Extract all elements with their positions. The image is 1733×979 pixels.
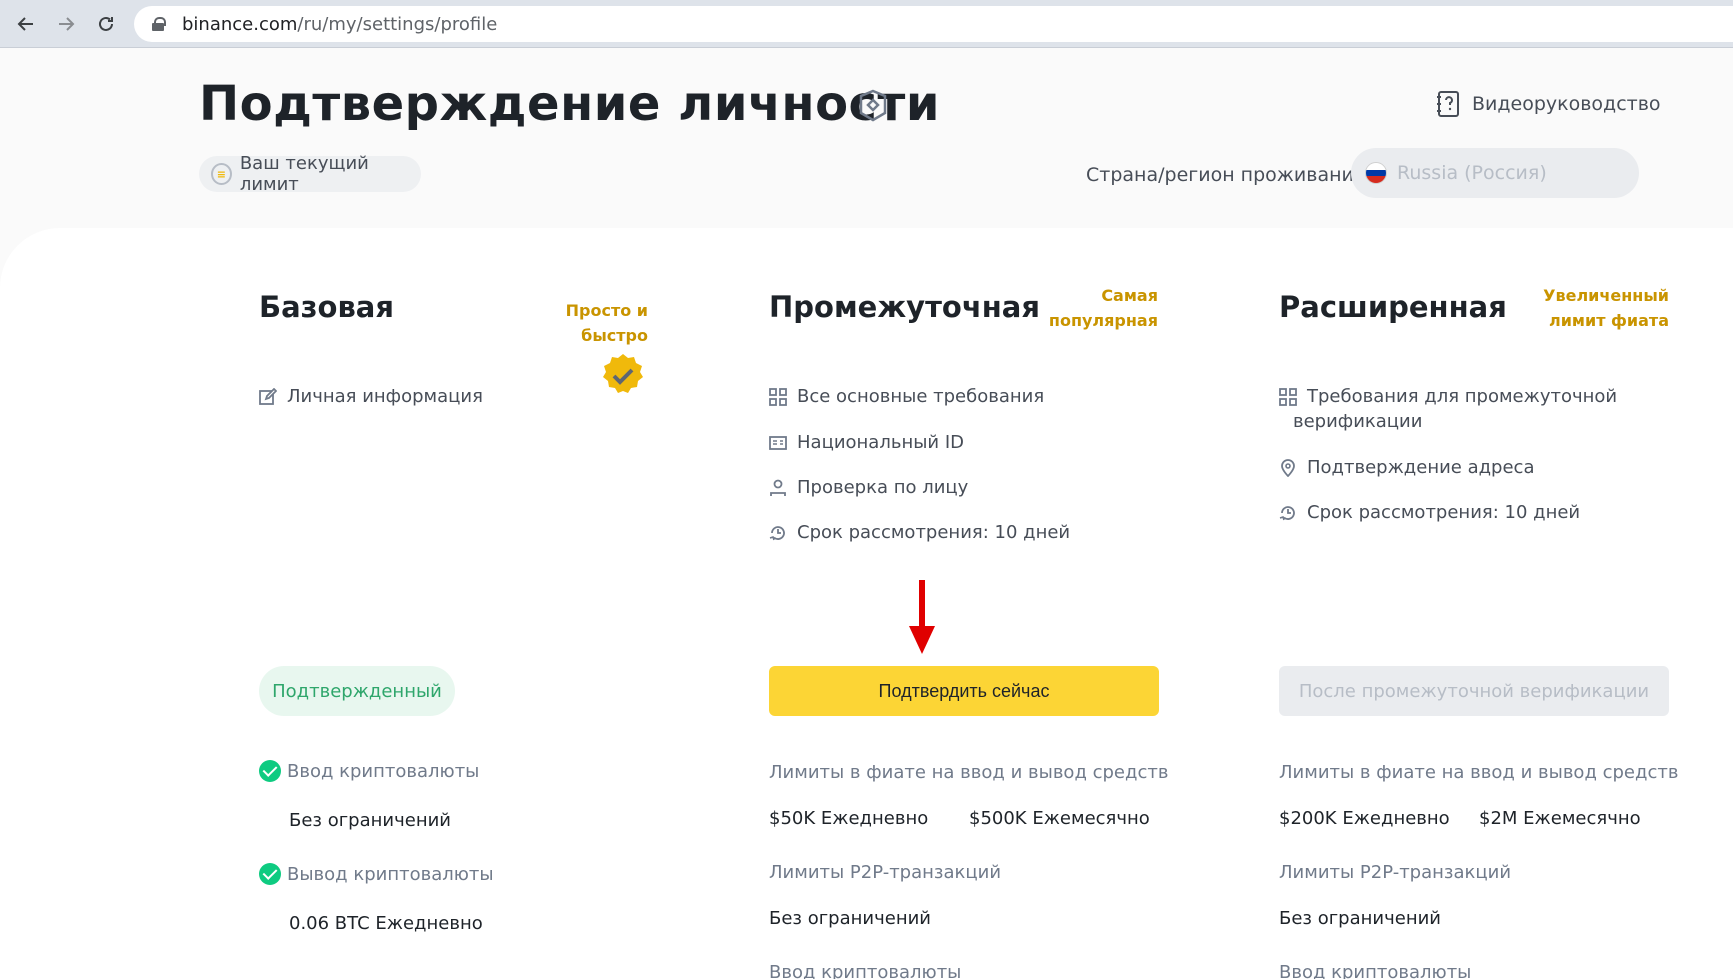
feature-personal-info: Личная информация: [259, 384, 483, 409]
p2p-limits-label: Лимиты P2P-транзакций: [769, 862, 1002, 883]
url-path: /ru/my/settings/profile: [297, 13, 498, 35]
tier-intermediate-tag: Самая популярная: [1048, 286, 1158, 330]
fiat-monthly-value: $500K Ежемесячно: [969, 808, 1150, 829]
page-title: Подтверждение личности: [199, 76, 940, 132]
crypto-deposit-label: Ввод криптовалюты: [1279, 962, 1472, 979]
feature-intermediate-requirements: Требования для промежуточной верификации: [1279, 384, 1659, 434]
feature-basic-requirements: Все основные требования: [769, 384, 1044, 409]
person-icon: [770, 479, 786, 496]
feature-review-time: Срок рассмотрения: 10 дней: [1279, 500, 1580, 525]
after-intermediate-button[interactable]: После промежуточной верификации: [1279, 666, 1669, 716]
current-limit-button[interactable]: ≡ Ваш текущий лимит: [199, 153, 421, 195]
verified-status-badge: Подтвержденный: [259, 666, 455, 716]
tier-advanced-tag: Увеличенный лимит фиата: [1543, 286, 1669, 330]
fiat-daily-value: $50K Ежедневно: [769, 808, 929, 829]
fiat-monthly-value: $2M Ежемесячно: [1479, 808, 1641, 829]
crypto-deposit-label: Ввод криптовалюты: [769, 962, 962, 979]
country-value: Russia (Россия): [1397, 162, 1547, 184]
feature-national-id: Национальный ID: [769, 430, 964, 455]
video-guide-link[interactable]: Видеоруководство: [1436, 90, 1661, 118]
coin-icon: ≡: [211, 163, 232, 185]
red-arrow-annotation: [909, 580, 935, 654]
feature-address-proof: Подтверждение адреса: [1279, 455, 1535, 480]
p2p-limits-value: Без ограничений: [1279, 908, 1441, 929]
reload-icon[interactable]: [92, 10, 120, 38]
grid-icon: [769, 388, 787, 406]
url-host: binance.com: [182, 13, 298, 35]
browser-toolbar: binance.com/ru/my/settings/profile: [0, 0, 1733, 48]
tier-basic-tag: Просто и быстро: [565, 301, 648, 345]
shield-icon: [859, 89, 887, 122]
tier-basic-title: Базовая: [259, 290, 394, 324]
check-circle-icon: [259, 863, 281, 885]
fiat-limits-label: Лимиты в фиате на ввод и вывод средств: [769, 762, 1169, 783]
feature-review-time: Срок рассмотрения: 10 дней: [769, 520, 1070, 545]
tier-advanced-title: Расширенная: [1279, 290, 1507, 324]
crypto-withdraw-value: 0.06 BTC Ежедневно: [289, 913, 483, 934]
location-pin-icon: [1281, 459, 1295, 477]
verified-badge-icon: [603, 354, 643, 393]
check-circle-icon: [259, 760, 281, 782]
grid-icon: [1279, 388, 1297, 406]
country-label: Страна/регион проживания:: [1086, 164, 1372, 186]
p2p-limits-value: Без ограничений: [769, 908, 931, 929]
address-bar[interactable]: binance.com/ru/my/settings/profile: [134, 6, 1733, 42]
current-limit-label: Ваш текущий лимит: [239, 153, 369, 195]
verify-now-button[interactable]: Подтвердить сейчас: [769, 666, 1159, 716]
lock-icon: [152, 17, 166, 31]
crypto-deposit-row: Ввод криптовалюты: [259, 760, 479, 782]
crypto-deposit-value: Без ограничений: [289, 810, 451, 831]
guide-book-icon: [1437, 91, 1459, 117]
edit-icon: [259, 388, 277, 405]
crypto-withdraw-row: Вывод криптовалюты: [259, 863, 494, 885]
clock-history-icon: [769, 526, 785, 541]
id-card-icon: [769, 436, 787, 450]
russia-flag-icon: [1365, 162, 1387, 184]
clock-history-icon: [1279, 506, 1295, 521]
country-select[interactable]: Russia (Россия): [1351, 148, 1639, 198]
video-guide-label: Видеоруководство: [1472, 93, 1661, 115]
fiat-limits-label: Лимиты в фиате на ввод и вывод средств: [1279, 762, 1679, 783]
verification-levels-card: Базовая Просто и быстро Личная информаци…: [0, 228, 1733, 979]
p2p-limits-label: Лимиты P2P-транзакций: [1279, 862, 1512, 883]
back-arrow-icon[interactable]: [12, 10, 40, 38]
forward-arrow-icon[interactable]: [52, 10, 80, 38]
feature-face-check: Проверка по лицу: [769, 475, 968, 500]
fiat-daily-value: $200K Ежедневно: [1279, 808, 1450, 829]
